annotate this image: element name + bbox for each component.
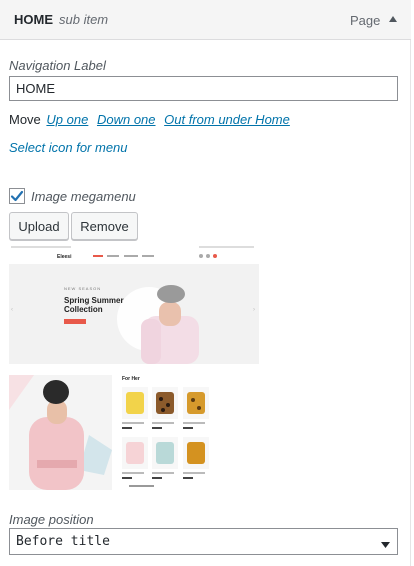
checkmark-icon xyxy=(10,190,24,202)
menu-item-settings: HOME sub item Page Navigation Label Move… xyxy=(0,0,411,566)
image-position-select[interactable]: Before title xyxy=(9,528,398,555)
preview-product-tile xyxy=(122,437,148,469)
preview-product-tile xyxy=(183,437,209,469)
image-position-value: Before title xyxy=(16,534,110,549)
remove-button[interactable]: Remove xyxy=(71,212,138,240)
navigation-label-heading: Navigation Label xyxy=(9,58,106,73)
svg-text:›: › xyxy=(253,307,255,313)
preview-hero-title-line2: Collection xyxy=(64,305,103,314)
image-megamenu-label: Image megamenu xyxy=(31,189,136,204)
megamenu-preview-hero-image: Eleesi ‹ › NEW SEASON Spring Summer Coll… xyxy=(9,244,259,364)
svg-text:‹: ‹ xyxy=(11,307,13,313)
menu-item-title: HOME xyxy=(14,12,53,27)
preview-hero-kicker: NEW SEASON xyxy=(64,286,102,291)
menu-item-header[interactable]: HOME sub item Page xyxy=(0,0,411,40)
dropdown-arrow-icon xyxy=(381,538,390,553)
preview-product-tile xyxy=(122,387,148,419)
preview-hero-banner: ‹ › NEW SEASON Spring Summer Collection xyxy=(9,264,259,364)
menu-item-subtitle: sub item xyxy=(59,12,109,27)
preview-hero-title-line1: Spring Summer xyxy=(64,296,124,305)
preview-hero-cta-button xyxy=(64,319,86,324)
image-megamenu-checkbox[interactable] xyxy=(9,188,25,204)
preview-product-tile xyxy=(152,437,178,469)
move-label: Move xyxy=(9,112,41,127)
preview-panel-title: For Her xyxy=(122,376,140,382)
upload-button[interactable]: Upload xyxy=(9,212,69,240)
move-out-link[interactable]: Out from under Home xyxy=(164,112,290,127)
menu-item-type: Page xyxy=(350,13,381,28)
move-down-link[interactable]: Down one xyxy=(97,112,156,127)
preview-logo: Eleesi xyxy=(57,254,72,260)
preview-topbar: Eleesi xyxy=(9,244,259,264)
navigation-label-input[interactable] xyxy=(9,76,398,101)
image-position-label: Image position xyxy=(9,512,94,527)
megamenu-preview-products-image: For Her xyxy=(9,375,259,490)
preview-product-tile xyxy=(152,387,178,419)
move-row: Move Up one Down one Out from under Home xyxy=(9,112,293,127)
select-icon-link[interactable]: Select icon for menu xyxy=(9,140,128,155)
preview-product-tile xyxy=(183,387,209,419)
move-up-link[interactable]: Up one xyxy=(46,112,88,127)
arrow-up-icon[interactable] xyxy=(388,14,398,24)
